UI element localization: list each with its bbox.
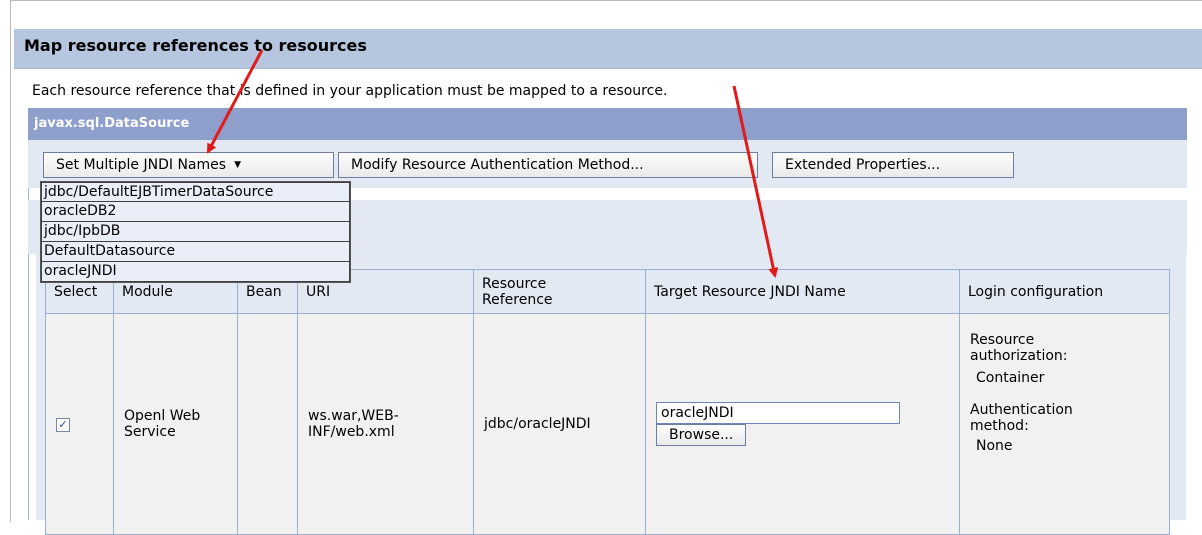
resource-ref-header-line-2: Reference [482, 291, 553, 308]
auth-value: Container [976, 370, 1045, 386]
module-line-2: Service [124, 424, 176, 440]
dropdown-item[interactable]: jdbc/IpbDB [41, 222, 350, 242]
uri-line-2: INF/web.xml [308, 424, 395, 440]
set-multiple-jndi-button[interactable]: Set Multiple JNDI Names ▼ [43, 152, 334, 178]
uri-cell: ws.war,WEB- INF/web.xml [297, 313, 474, 535]
resource-ref-header-line-1: Resource [482, 275, 547, 292]
column-header-login-config: Login configuration [959, 269, 1170, 314]
module-cell: Openl Web Service [113, 313, 238, 535]
jndi-dropdown-menu: jdbc/DefaultEJBTimerDataSource oracleDB2… [40, 181, 351, 283]
dropdown-item[interactable]: oracleDB2 [41, 202, 350, 222]
dropdown-item[interactable]: jdbc/DefaultEJBTimerDataSource [41, 182, 350, 202]
method-label-line-1: Authentication [970, 402, 1073, 418]
dropdown-item[interactable]: oracleJNDI [41, 262, 350, 282]
method-value: None [976, 438, 1013, 454]
select-checkbox[interactable]: ✓ [56, 418, 70, 432]
dropdown-item[interactable]: DefaultDatasource [41, 242, 350, 262]
page-title: Map resource references to resources [24, 36, 367, 55]
set-jndi-label: Set Multiple JNDI Names [56, 157, 227, 173]
method-label-line-2: method: [970, 418, 1029, 434]
auth-label-line-2: authorization: [970, 348, 1068, 364]
column-header-resource-reference: Resource Reference [473, 269, 646, 314]
section-header: Map resource references to resources [14, 29, 1202, 69]
resource-reference-cell: jdbc/oracleJNDI [473, 313, 646, 535]
table-row: ✓ Openl Web Service ws.war,WEB- INF/web.… [45, 313, 1170, 535]
chevron-down-icon: ▼ [234, 160, 241, 170]
uri-line-1: ws.war,WEB- [308, 408, 399, 424]
description-text: Each resource reference that is defined … [32, 83, 668, 99]
modify-auth-method-button[interactable]: Modify Resource Authentication Method... [338, 152, 758, 178]
group-header: javax.sql.DataSource [28, 108, 1187, 140]
resource-table: Select Module Bean URI Resource Referenc… [45, 269, 1170, 535]
select-cell: ✓ [45, 313, 114, 535]
extended-properties-button[interactable]: Extended Properties... [772, 152, 1014, 178]
auth-label-line-1: Resource [970, 332, 1035, 348]
bean-cell [237, 313, 298, 535]
jndi-name-input[interactable]: oracleJNDI [656, 402, 900, 424]
column-header-target-jndi: Target Resource JNDI Name [645, 269, 960, 314]
login-config-cell: Resource authorization: Container Authen… [959, 313, 1170, 535]
group-title: javax.sql.DataSource [34, 116, 190, 131]
browse-button[interactable]: Browse... [656, 424, 747, 446]
target-jndi-cell: oracleJNDI Browse... [645, 313, 960, 535]
module-line-1: Openl Web [124, 408, 201, 424]
